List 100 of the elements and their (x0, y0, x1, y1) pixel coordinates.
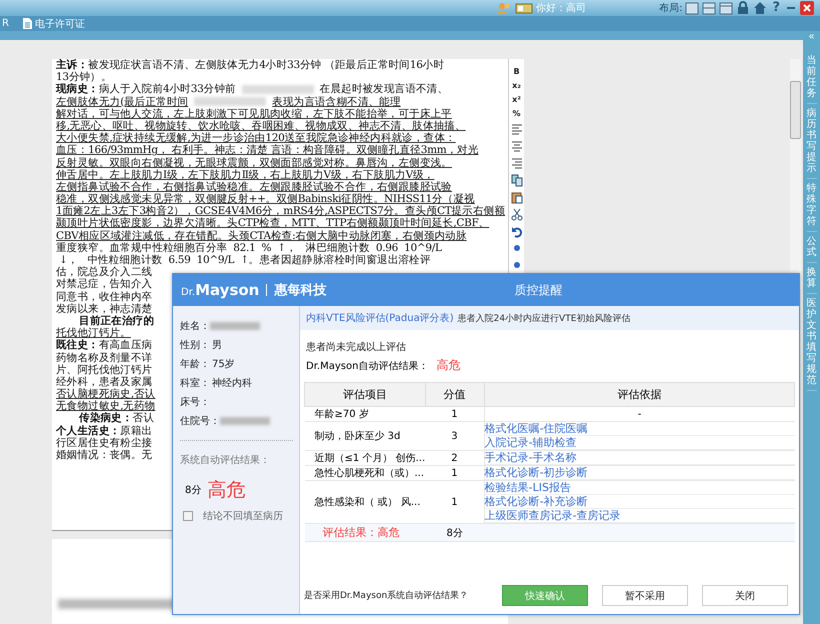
layout-split-icon[interactable] (719, 2, 734, 14)
sidebar-tab[interactable]: 医护文书填写规范 (806, 294, 816, 391)
table-cell: 急性心肌梗死和（或）... (304, 466, 426, 480)
document-text: 经外科，患者及家属 (56, 376, 152, 388)
result-label: 系统自动评估结果： (180, 454, 271, 467)
sidebar-tab[interactable]: 当前任务 (806, 51, 816, 104)
field-label: 姓名： (180, 320, 210, 332)
collapse-button[interactable]: « (808, 31, 814, 43)
document-text: 在晨起时被发现言语不清、 (320, 83, 448, 96)
document-text: 估，院总及介入二线 (56, 266, 152, 278)
risk-level: 高危 (436, 357, 460, 374)
basis-link[interactable]: 上级医师查房记录-查房记录 (484, 509, 794, 523)
basis-link[interactable]: 检验结果-LIS报告 (484, 481, 794, 495)
basis-link[interactable]: 格式化诊断-补充诊断 (484, 495, 794, 509)
document-text: 传染病史：否认 (78, 412, 154, 425)
dialog-title: 质控提醒 (514, 282, 562, 298)
field-label: 床号： (180, 396, 210, 408)
field-label: 住院号： (180, 414, 220, 428)
menu-item[interactable]: R (2, 18, 9, 29)
table-cell: 3 (425, 422, 484, 450)
layout-rows-icon[interactable] (702, 2, 716, 14)
document-text: 左侧指鼻试验不合作，右侧指鼻试验稳准。左侧跟膝胫试验不合作，右侧跟膝胫试验 (56, 180, 452, 193)
basis-link[interactable]: 入院记录-辅助检查 (484, 436, 794, 450)
home-icon[interactable] (753, 1, 768, 15)
document-text: 伸舌居中。左上肢肌力Ⅰ级，左下肢肌力Ⅱ级，右上肢肌力Ⅴ级，右下肢肌力Ⅴ级， (56, 168, 434, 181)
company-name: 惠每科技 (274, 282, 326, 299)
scrollbar-thumb[interactable] (790, 81, 801, 139)
field-label: 科室： (180, 376, 210, 390)
document-text: 左侧肢体无力(最后正常时间 (56, 96, 188, 108)
document-text: 重度狭窄。血常规中性粒细胞百分率 82.1 % ↑， 淋巴细胞计数 0.96 10^9/L (56, 242, 442, 254)
format-button[interactable]: x₂ (512, 81, 521, 91)
status-text: 患者尚未完成以上评估 (306, 340, 407, 354)
document-text: 表现为言语含糊不清、能理 (272, 96, 401, 108)
sidebar-tab[interactable]: 换算 (806, 263, 816, 294)
align-center-icon[interactable] (510, 140, 522, 153)
format-button[interactable]: x² (512, 95, 521, 105)
score-text: 8分 (425, 524, 484, 542)
document-text: 主诉：被发现症状言语不清、左侧肢体无力4小时33分钟 （距最后正常时间16小时 (56, 59, 444, 72)
align-left-icon[interactable] (510, 123, 522, 136)
question-text: 是否采用Dr.Mayson系统自动评估结果？ (304, 590, 468, 602)
dialog-button[interactable]: 快速确认 (502, 585, 588, 606)
document-text: 对禁忌症，告知介入 (56, 278, 152, 291)
column-header: 评估依据 (484, 382, 794, 406)
menu-item[interactable]: 电子许可证 (22, 16, 85, 30)
document-text: 发病以来，神志清楚 (56, 302, 152, 315)
scissors-icon[interactable] (510, 208, 522, 221)
document-text: 解对话，可与他人交流，左上肢刺激下可见肌肉收缩，左下肢不能抬举，可于床上平 (56, 108, 452, 120)
greeting-text: 你好：高司 (536, 2, 586, 15)
field-value: 75岁 (212, 358, 235, 370)
document-text: 移,无恶心、呕吐、视物旋转、饮水呛咳、吞咽困难、视物成双、神志不清、肢体抽搐、 (56, 120, 466, 132)
document-text: 婚姻情况：丧偶。无 (56, 449, 152, 462)
assessment-hint: 患者入院24小时内应进行VTE初始风险评估 (458, 312, 630, 324)
score-text: 8分 (185, 484, 202, 497)
sidebar-tab[interactable]: 病历书写提示 (806, 104, 816, 179)
document-text: 1面瘫2左上3左下3构音2），GCSE4V4M6分，mRS4分,ASPECTS7分。查头颅CT提示右侧额 (56, 205, 505, 218)
document-text: 无食物过敏史,无药物 (56, 400, 156, 412)
document-text: 个人生活史：原籍出 (56, 424, 152, 437)
help-button[interactable]: ? (770, 1, 782, 15)
basis-link[interactable]: 格式化诊断-初步诊断 (484, 466, 794, 480)
document-text: 否认脑梗死病史,否认 (56, 388, 156, 400)
document-text: 大小便失禁,症状持续无缓解,为进一步诊治由120送至我院急诊神经内科就诊，查体： (56, 132, 456, 144)
table-cell: 近期（≤1 个月） 创伤... (304, 450, 426, 466)
basis-link[interactable]: 格式化医嘱-住院医嘱 (484, 422, 794, 436)
document-text: 片、阿托伐他汀钙片 (56, 364, 152, 376)
paste-icon[interactable] (510, 191, 522, 204)
table-cell: 年龄≥70 岁 (304, 406, 426, 422)
format-button[interactable]: % (512, 109, 520, 119)
brand-logo: Dr.Mayson (181, 281, 260, 299)
undo-icon[interactable] (510, 225, 522, 238)
column-header: 分值 (425, 382, 484, 406)
checkbox[interactable] (183, 511, 193, 521)
document-text: 血压：166/93mmHg， 右利手。神志：清楚 言语：构音障碍。双侧瞳孔直径3mm，对光 (56, 144, 479, 157)
document-text: 目前正在治疗的 (78, 314, 154, 327)
document-text: 13分钟）。 (56, 71, 112, 84)
result-label: Dr.Mayson自动评估结果： (306, 360, 428, 372)
lock-icon[interactable] (736, 1, 750, 15)
card-icon[interactable] (515, 2, 534, 14)
layout-single-icon[interactable] (685, 2, 700, 14)
column-header: 评估项目 (304, 382, 426, 406)
scrollbar[interactable] (790, 59, 801, 289)
close-icon[interactable] (800, 1, 814, 15)
document-text: 托伐他汀钙片。 (56, 327, 131, 340)
copy-icon[interactable] (510, 174, 522, 187)
document-text: 行区居住史有粉尘接 (56, 436, 152, 449)
dialog-button[interactable]: 暂不采用 (602, 585, 688, 606)
table-cell: 1 (425, 406, 484, 422)
table-cell: 1 (425, 466, 484, 480)
field-value: 男 (212, 338, 222, 352)
field-label: 性别： (180, 338, 210, 352)
assessment-link[interactable]: 内科VTE风险评估(Padua评分表) (306, 311, 454, 325)
align-right-icon[interactable] (510, 157, 522, 170)
sidebar-tab[interactable]: 公式 (806, 232, 816, 263)
format-button[interactable]: B (513, 67, 520, 77)
checkbox-label: 结论不回填至病历 (203, 510, 283, 523)
dialog-button[interactable]: 关闭 (702, 585, 788, 606)
document-text: 现病史：病人于入院前4小时33分钟前 (56, 83, 236, 96)
sidebar-tab[interactable]: 特殊字符 (806, 179, 816, 232)
field-value: 神经内科 (212, 376, 252, 390)
basis-link[interactable]: 手术记录-手术名称 (484, 451, 794, 465)
risk-level: 高危 (207, 478, 246, 503)
